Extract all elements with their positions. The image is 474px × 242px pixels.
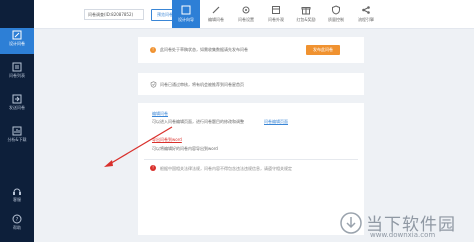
tab-rewards[interactable]: 红包&奖励 [292, 0, 320, 28]
annotation-arrow [104, 126, 173, 167]
tab-label: 问卷设置 [238, 17, 254, 22]
tab-edit[interactable]: 编辑问卷 [202, 0, 230, 28]
edit-survey-link[interactable]: 编辑问卷 [152, 111, 168, 117]
sidebar-item-label: 客服 [13, 197, 21, 202]
shield-icon [332, 5, 340, 15]
tab-wizard[interactable]: 设计向导 [172, 0, 200, 28]
tab-workflow[interactable]: 流程引擎 [352, 0, 380, 28]
edit-page-link[interactable]: 问卷编辑页面 [264, 119, 288, 125]
watermark-logo: 当下软件园 www.downxia.com [340, 210, 472, 240]
tab-label: 设计向导 [178, 17, 194, 22]
tab-label: 质量控制 [328, 17, 344, 22]
share-icon [362, 6, 370, 14]
gift-icon [301, 7, 311, 15]
shield-check-icon [150, 81, 157, 88]
sidebar-item-send[interactable]: 发送问卷 [0, 92, 34, 118]
edit-icon [12, 30, 22, 40]
sidebar-item-label: 分析&下载 [7, 137, 27, 142]
tab-settings[interactable]: 问卷设置 [232, 0, 260, 28]
settings-icon [242, 6, 250, 14]
footer-notice-text: 根据中国相关法律法规，问卷内容不得包含违法违规信息，请遵守相关规定 [160, 166, 292, 171]
warning-icon: ! [150, 47, 156, 53]
tab-quality[interactable]: 质量控制 [322, 0, 350, 28]
headset-icon [13, 188, 21, 195]
draft-notice-text: 此问卷处于草稿状态，如需收集数据请先发布问卷 [160, 47, 248, 52]
sidebar-item-label: 发送问卷 [9, 105, 25, 110]
downxia-logo-icon [340, 212, 362, 234]
sidebar-item-analysis[interactable]: 分析&下载 [0, 124, 34, 150]
actions-panel: 编辑问卷 可以进入问卷编辑页面，进行问卷题目的修改和调整 问卷编辑页面 导出问卷… [138, 103, 364, 235]
sidebar-item-label: 问卷列表 [9, 73, 25, 78]
sidebar-item-label: 设计问卷 [9, 41, 25, 46]
tab-label: 编辑问卷 [208, 17, 224, 22]
publish-button[interactable]: 发布此问卷 [306, 45, 340, 55]
help-icon: ? [12, 214, 22, 224]
survey-select[interactable]: 问卷调查(ID:82087852) [84, 9, 144, 20]
tab-appearance[interactable]: 问卷外观 [262, 0, 290, 28]
palette-icon [272, 6, 280, 14]
sidebar-item-label: 帮助 [13, 225, 21, 230]
divider [144, 159, 358, 160]
sidebar-item-design[interactable]: 设计问卷 [0, 28, 34, 54]
tab-label: 红包&奖励 [296, 17, 316, 22]
tab-label: 流程引擎 [358, 17, 374, 22]
svg-text:?: ? [16, 217, 19, 223]
list-icon [12, 62, 22, 72]
sidebar: 设计问卷 问卷列表 发送问卷 分析&下载 客服 ? 帮助 [0, 0, 34, 242]
sidebar-item-help[interactable]: ? 帮助 [0, 212, 34, 238]
send-icon [12, 94, 22, 104]
tab-label: 问卷外观 [268, 17, 284, 22]
top-bar: 问卷调查(ID:82087852) 预览问卷 设计向导 编辑问卷 问卷设置 问卷… [34, 0, 474, 29]
wizard-icon [181, 5, 191, 15]
watermark-url: www.downxia.com [370, 231, 436, 239]
verify-text: 问卷已通过审核，将有机会被推荐到问卷星首页 [160, 82, 244, 87]
chart-icon [12, 126, 22, 136]
verify-panel: 问卷已通过审核，将有机会被推荐到问卷星首页 [138, 73, 364, 95]
pencil-icon [212, 6, 220, 14]
sidebar-item-list[interactable]: 问卷列表 [0, 60, 34, 86]
draft-notice-panel: ! 此问卷处于草稿状态，如需收集数据请先发布问卷 发布此问卷 [138, 37, 364, 63]
sidebar-item-service[interactable]: 客服 [0, 184, 34, 210]
